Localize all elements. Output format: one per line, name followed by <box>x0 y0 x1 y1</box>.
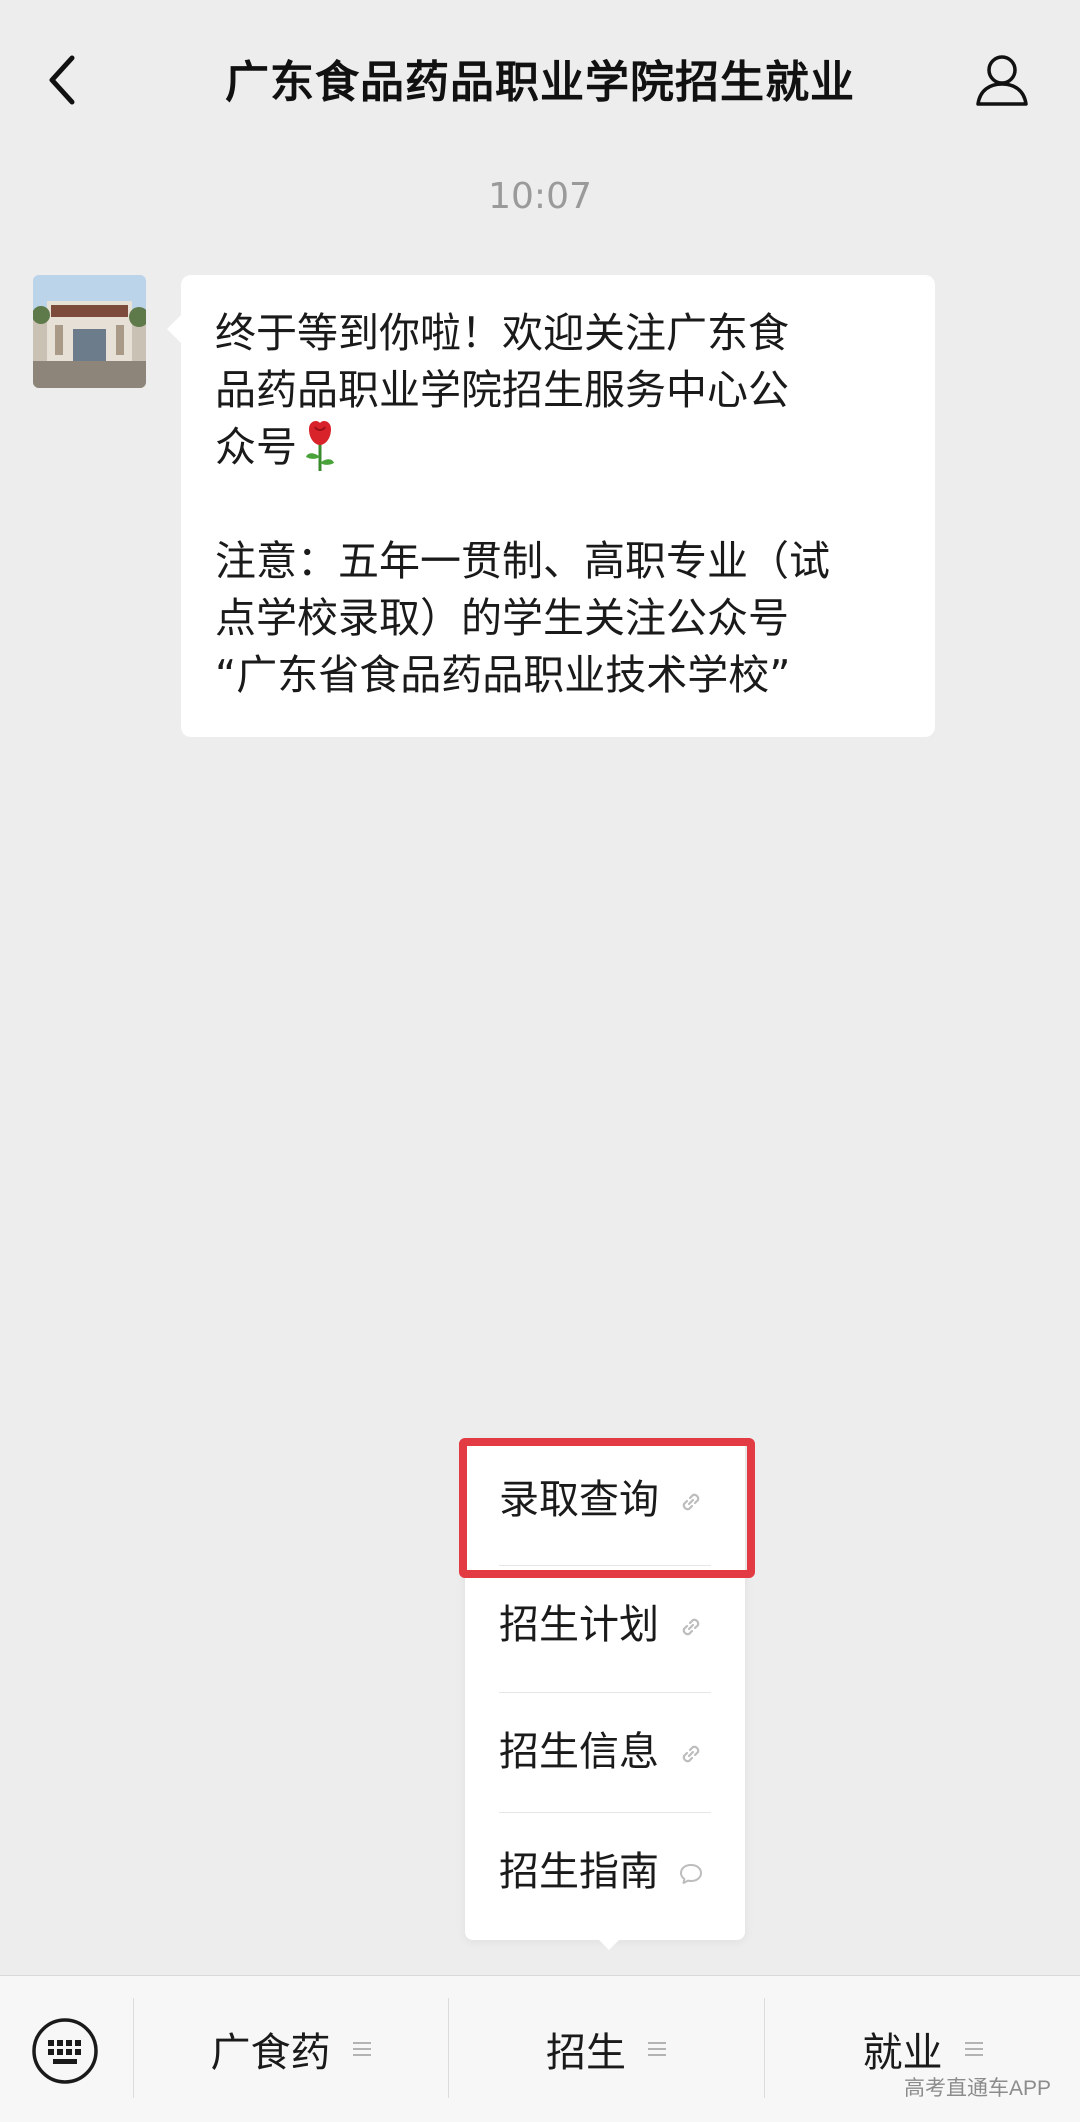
tab-label: 招生 <box>546 2030 626 2076</box>
campus-gate-image <box>33 275 146 388</box>
menu-item-label: 招生信息 <box>499 1729 659 1775</box>
message-line: 品药品职业学院招生服务中心公 <box>215 366 789 414</box>
submenu-indicator-icon <box>352 2042 371 2056</box>
chevron-left-icon <box>49 55 75 105</box>
submenu-indicator-icon <box>964 2042 983 2056</box>
submenu-pointer <box>597 1938 621 1950</box>
message-line: 注意：五年一贯制、高职专业（试 <box>215 537 830 585</box>
link-icon <box>682 1493 700 1511</box>
link-icon <box>682 1618 700 1636</box>
submenu-popup: 录取查询 招生计划 招生信息 招生指南 <box>465 1440 745 1940</box>
tab-label: 广食药 <box>210 2030 331 2076</box>
back-button[interactable] <box>40 50 90 110</box>
tab-enrollment[interactable]: 招生 <box>449 1976 763 2122</box>
message-bubble-icon <box>680 1864 702 1884</box>
rose-emoji-icon <box>306 421 334 471</box>
menu-item-admission-query[interactable]: 录取查询 <box>465 1440 745 1560</box>
menu-item-enrollment-guide[interactable]: 招生指南 <box>465 1812 745 1932</box>
tab-guangshiyao[interactable]: 广食药 <box>134 1976 447 2122</box>
profile-button[interactable] <box>972 50 1032 110</box>
menu-item-label: 招生指南 <box>499 1849 659 1895</box>
page-title: 广东食品药品职业学院招生就业 <box>225 57 855 108</box>
menu-item-label: 招生计划 <box>499 1602 659 1648</box>
message-line: “广东省食品药品职业技术学校” <box>215 651 791 699</box>
tab-label: 就业 <box>862 2030 943 2076</box>
message-line: 终于等到你啦！欢迎关注广东食 <box>215 309 789 357</box>
watermark: 高考直通车APP <box>904 2077 1052 2100</box>
submenu-indicator-icon <box>648 2042 666 2056</box>
message-line: 点学校录取）的学生关注公众号 <box>215 594 789 642</box>
message-bubble: 终于等到你啦！欢迎关注广东食 品药品职业学院招生服务中心公 众号 注意：五年一贯… <box>167 275 935 737</box>
link-icon <box>682 1745 700 1763</box>
account-avatar[interactable] <box>33 275 146 388</box>
keyboard-toggle-button[interactable] <box>30 2016 100 2086</box>
user-icon <box>976 55 1028 106</box>
message-line: 众号 <box>215 419 901 476</box>
message-timestamp: 10:07 <box>488 176 592 217</box>
menu-item-enrollment-plan[interactable]: 招生计划 <box>465 1565 745 1685</box>
menu-item-label: 录取查询 <box>499 1477 659 1523</box>
top-nav-bar: 广东食品药品职业学院招生就业 <box>0 0 1080 160</box>
message-line <box>215 476 901 533</box>
keyboard-icon <box>32 2018 98 2084</box>
menu-item-enrollment-info[interactable]: 招生信息 <box>465 1692 745 1812</box>
